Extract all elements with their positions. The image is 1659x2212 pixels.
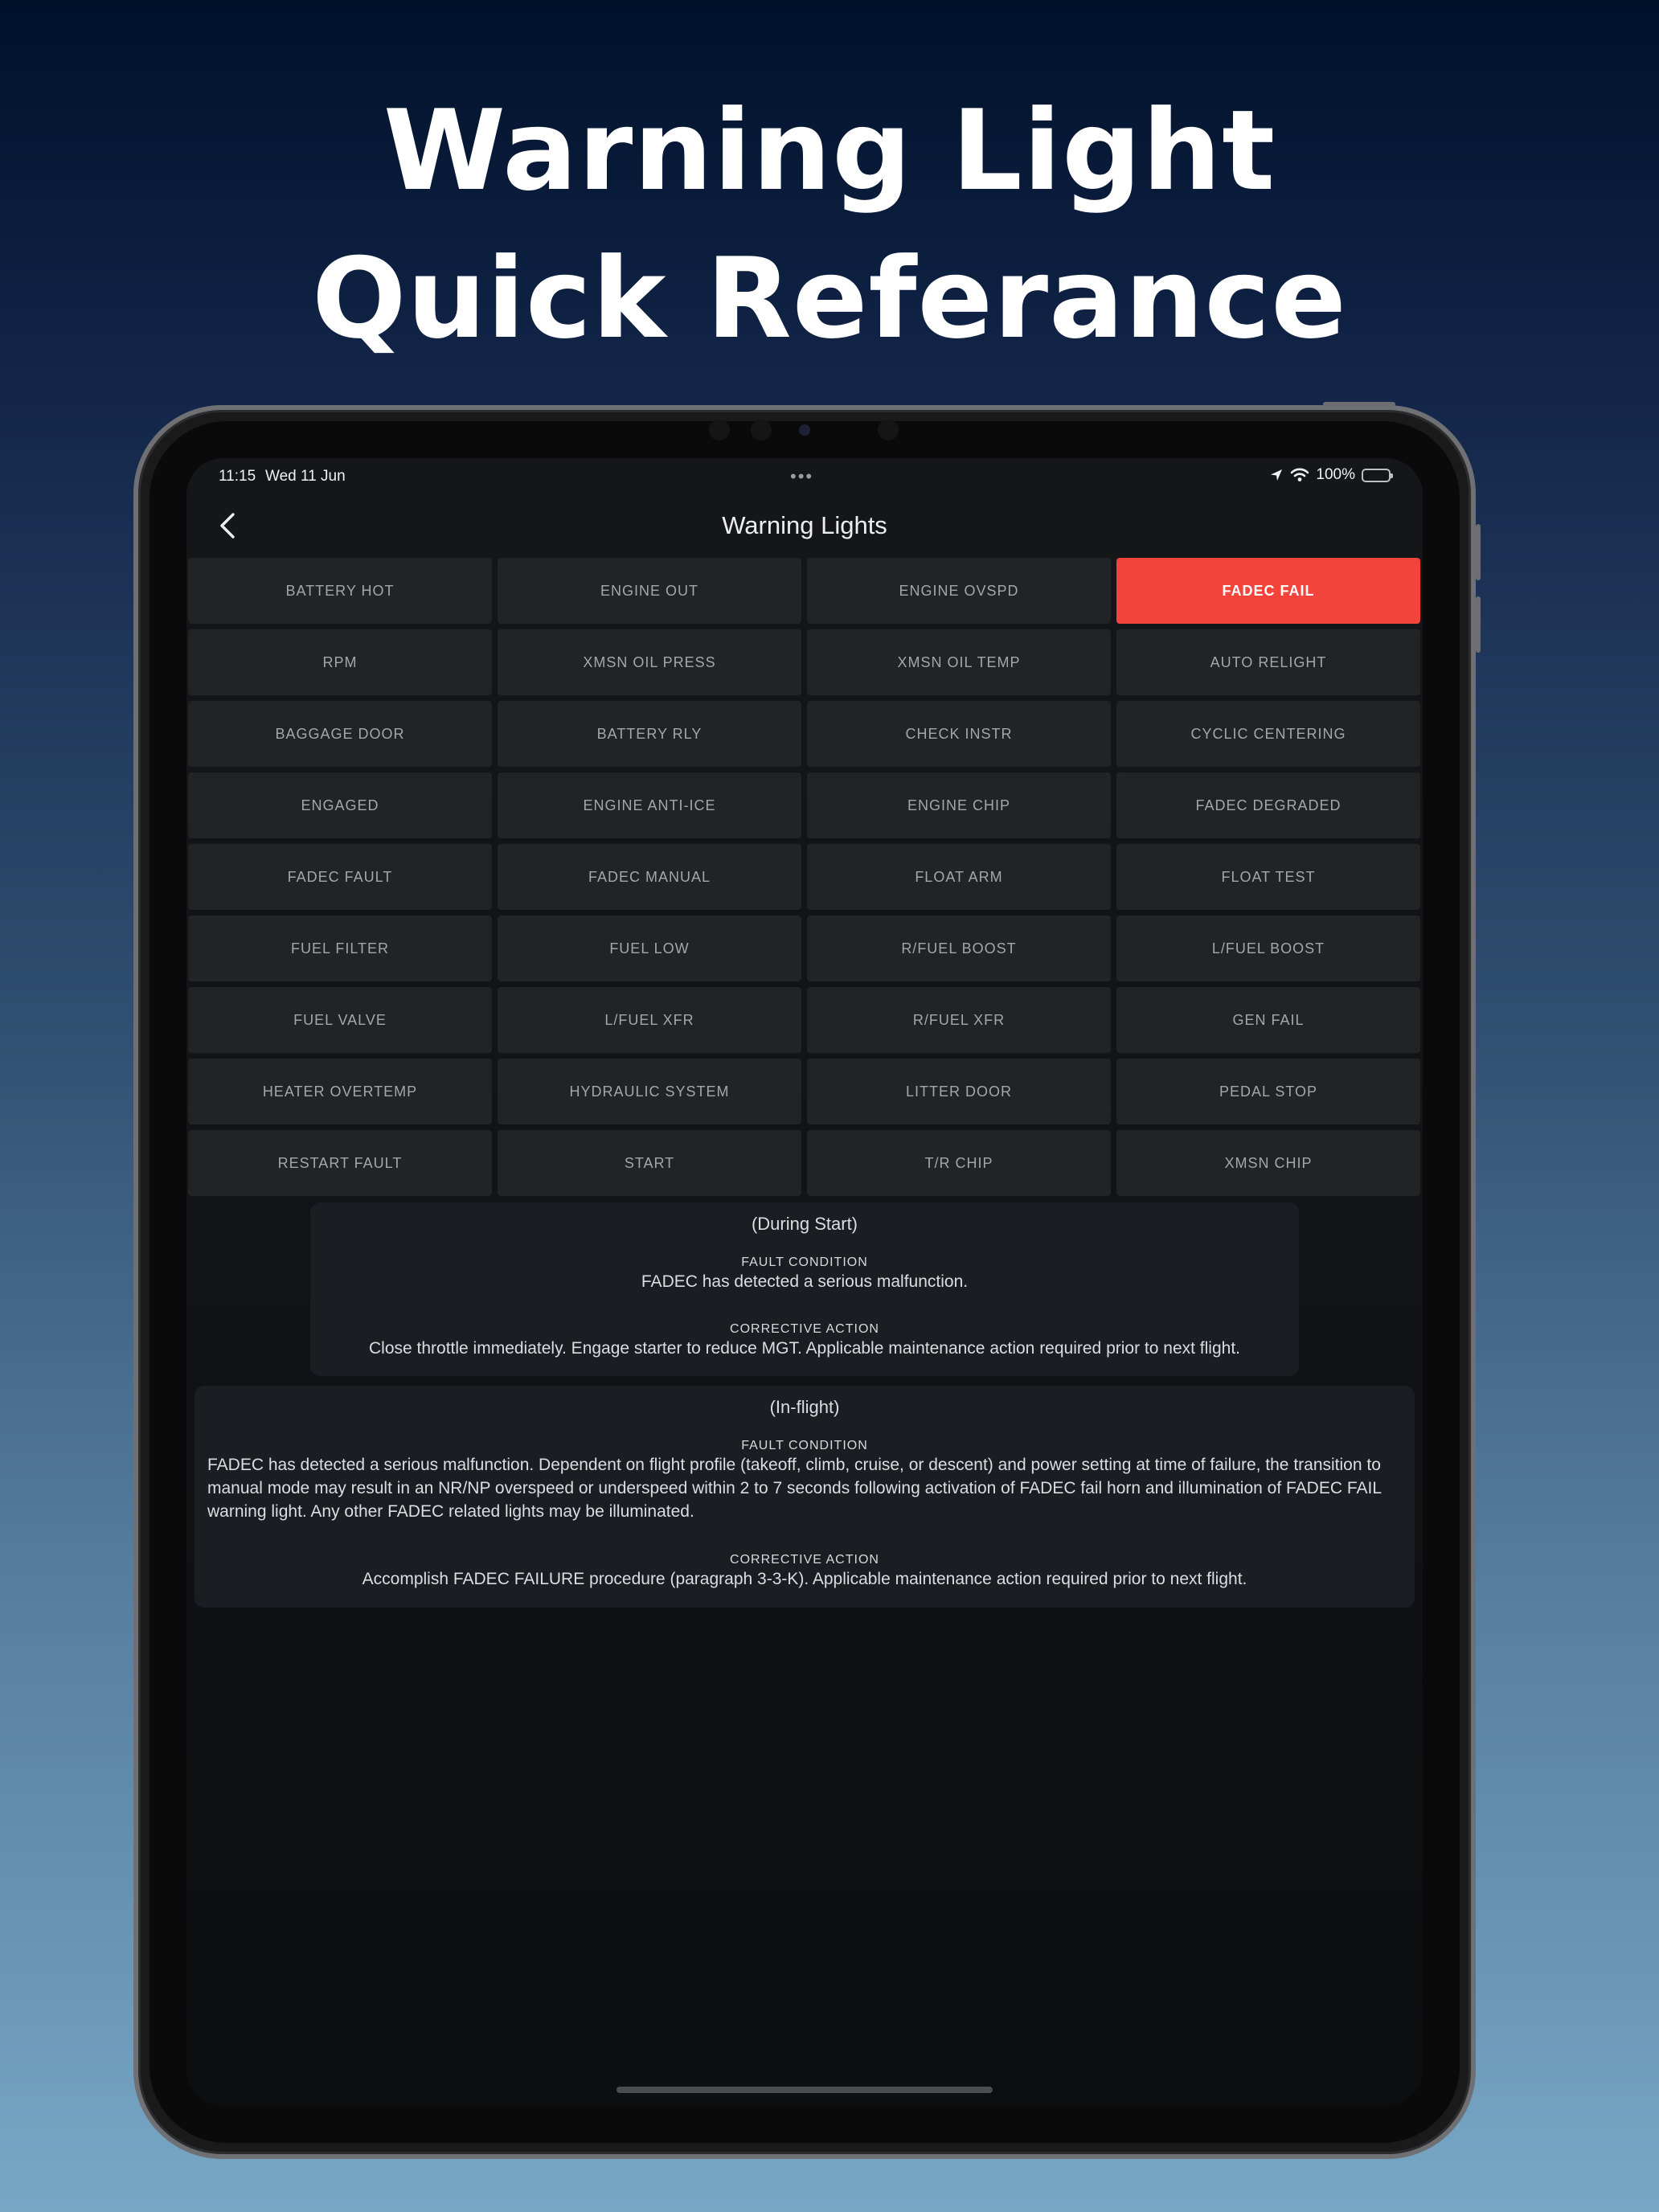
warning-light-auto-relight[interactable]: AUTO RELIGHT (1116, 629, 1420, 695)
top-button (1323, 402, 1395, 407)
page-title: Warning Lights (722, 511, 887, 539)
location-arrow-icon (1271, 469, 1283, 481)
headline: Warning Light Quick Referance (0, 77, 1659, 373)
warning-light-xmsn-oil-temp[interactable]: XMSN OIL TEMP (807, 629, 1111, 695)
warning-light-r-fuel-boost[interactable]: R/FUEL BOOST (807, 916, 1111, 981)
fault-condition-text: FADEC has detected a serious malfunction… (207, 1456, 1382, 1521)
status-bar: 11:15 Wed 11 Jun ••• 100% (186, 458, 1423, 494)
card-phase: (During Start) (751, 1214, 858, 1234)
front-camera (799, 424, 810, 436)
warning-light-r-fuel-xfr[interactable]: R/FUEL XFR (807, 987, 1111, 1053)
warning-lights-grid: BATTERY HOT ENGINE OUT ENGINE OVSPD FADEC F… (188, 558, 1421, 1196)
warning-light-fadec-fault[interactable]: FADEC FAULT (188, 844, 492, 910)
sensor-dot (751, 420, 772, 440)
volume-up-button (1476, 524, 1481, 580)
warning-light-xmsn-chip[interactable]: XMSN CHIP (1116, 1130, 1420, 1196)
warning-light-engine-chip[interactable]: ENGINE CHIP (807, 772, 1111, 838)
status-time: 11:15 (219, 468, 256, 485)
home-indicator[interactable] (616, 2087, 993, 2093)
warning-light-l-fuel-xfr[interactable]: L/FUEL XFR (498, 987, 801, 1053)
warning-light-battery-hot[interactable]: BATTERY HOT (188, 558, 492, 624)
wifi-icon (1291, 468, 1309, 481)
warning-light-rpm[interactable]: RPM (188, 629, 492, 695)
fault-condition-label: FAULT CONDITION (741, 1256, 868, 1269)
warning-light-litter-door[interactable]: LITTER DOOR (807, 1059, 1111, 1124)
battery-percent: 100% (1316, 466, 1355, 483)
warning-light-float-test[interactable]: FLOAT TEST (1116, 844, 1420, 910)
fault-condition-text: FADEC has detected a serious malfunction… (641, 1272, 969, 1291)
corrective-action-text: Close throttle immediately. Engage start… (368, 1339, 1240, 1358)
warning-light-gen-fail[interactable]: GEN FAIL (1116, 987, 1420, 1053)
sensor-dot (709, 420, 730, 440)
corrective-action-label: CORRECTIVE ACTION (730, 1553, 879, 1567)
warning-light-engine-anti-ice[interactable]: ENGINE ANTI-ICE (498, 772, 801, 838)
warning-light-fuel-filter[interactable]: FUEL FILTER (188, 916, 492, 981)
warning-light-engine-out[interactable]: ENGINE OUT (498, 558, 801, 624)
warning-light-start[interactable]: START (498, 1130, 801, 1196)
warning-light-heater-overtemp[interactable]: HEATER OVERTEMP (188, 1059, 492, 1124)
warning-light-fadec-manual[interactable]: FADEC MANUAL (498, 844, 801, 910)
multitasking-dots-icon[interactable]: ••• (790, 466, 813, 487)
warning-light-check-instr[interactable]: CHECK INSTR (807, 701, 1111, 767)
app-screen: 11:15 Wed 11 Jun ••• 100% Warning Lights… (186, 458, 1423, 2106)
corrective-action-text: Accomplish FADEC FAILURE procedure (para… (362, 1570, 1247, 1588)
warning-light-xmsn-oil-press[interactable]: XMSN OIL PRESS (498, 629, 801, 695)
warning-light-restart-fault[interactable]: RESTART FAULT (188, 1130, 492, 1196)
warning-light-fuel-low[interactable]: FUEL LOW (498, 916, 801, 981)
sensor-dot (878, 420, 899, 440)
headline-line-2: Quick Referance (312, 234, 1347, 363)
warning-light-pedal-stop[interactable]: PEDAL STOP (1116, 1059, 1420, 1124)
warning-light-float-arm[interactable]: FLOAT ARM (807, 844, 1111, 910)
warning-light-cyclic-centering[interactable]: CYCLIC CENTERING (1116, 701, 1420, 767)
warning-light-fadec-degraded[interactable]: FADEC DEGRADED (1116, 772, 1420, 838)
warning-light-baggage-door[interactable]: BAGGAGE DOOR (188, 701, 492, 767)
fault-condition-label: FAULT CONDITION (741, 1439, 868, 1452)
during-start-card: (During Start) FAULT CONDITION FADEC has… (310, 1202, 1299, 1376)
warning-light-engine-ovspd[interactable]: ENGINE OVSPD (807, 558, 1111, 624)
headline-line-1: Warning Light (383, 86, 1276, 215)
in-flight-card: (In-flight) FAULT CONDITION FADEC has de… (195, 1386, 1415, 1608)
warning-light-engaged[interactable]: ENGAGED (188, 772, 492, 838)
status-date: Wed 11 Jun (265, 468, 346, 485)
volume-down-button (1476, 596, 1481, 653)
warning-light-t-r-chip[interactable]: T/R CHIP (807, 1130, 1111, 1196)
card-phase: (In-flight) (769, 1397, 840, 1417)
status-right: 100% (1269, 466, 1393, 484)
battery-icon (1362, 468, 1393, 482)
warning-light-hydraulic-system[interactable]: HYDRAULIC SYSTEM (498, 1059, 801, 1124)
warning-light-fuel-valve[interactable]: FUEL VALVE (188, 987, 492, 1053)
warning-light-l-fuel-boost[interactable]: L/FUEL BOOST (1116, 916, 1420, 981)
warning-light-battery-rly[interactable]: BATTERY RLY (498, 701, 801, 767)
corrective-action-label: CORRECTIVE ACTION (730, 1322, 879, 1336)
warning-light-fadec-fail[interactable]: FADEC FAIL (1116, 558, 1420, 624)
